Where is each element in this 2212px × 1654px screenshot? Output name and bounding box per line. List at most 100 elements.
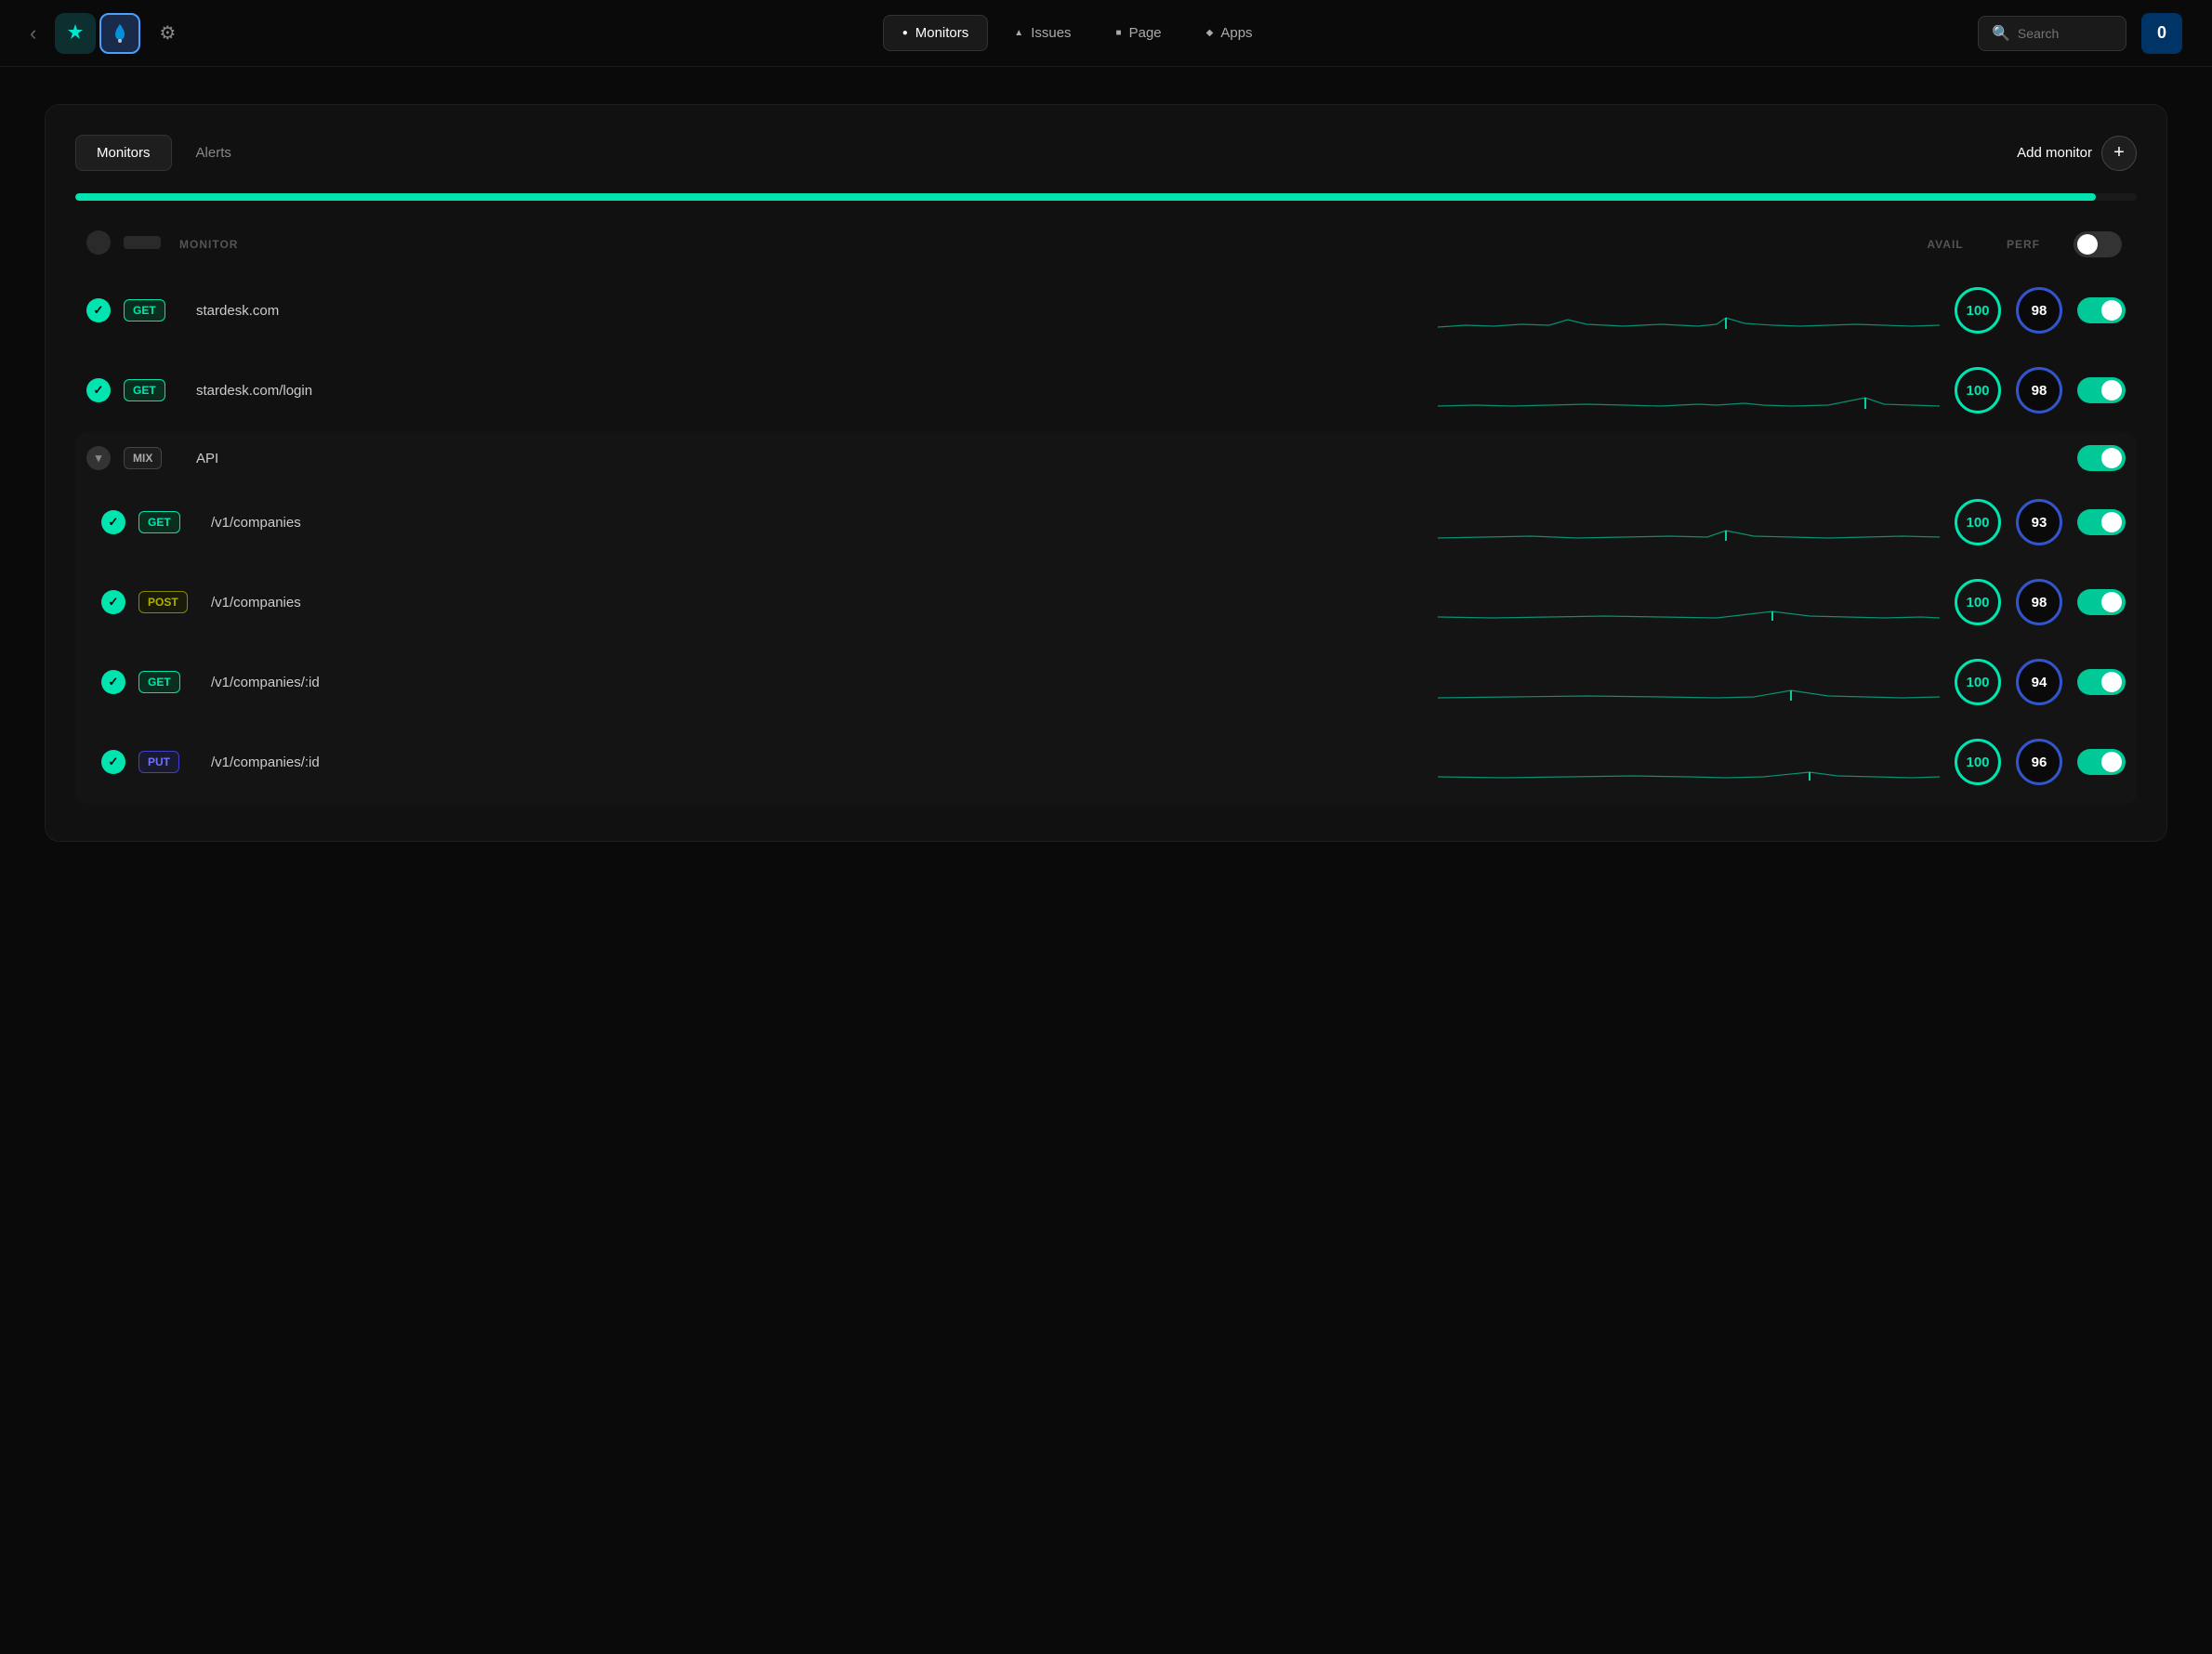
perf-badge-v1-companies-id-put: 96 <box>2016 739 2062 785</box>
notification-count: 0 <box>2157 23 2166 43</box>
th-toggle-header <box>2074 231 2126 257</box>
apps-tab-icon: ◆ <box>1206 28 1214 38</box>
search-box[interactable]: 🔍 <box>1978 16 2126 51</box>
check-v1-companies-get: ✓ <box>101 510 138 534</box>
nav-tabs: ● Monitors ▲ Issues ■ Page ◆ Apps <box>191 15 1963 51</box>
sparkline-stardesk-login <box>1438 372 1940 409</box>
toggle-group-api[interactable] <box>2077 445 2126 471</box>
uptime-progress-bar <box>75 193 2137 201</box>
monitor-name-stardesk[interactable]: stardesk.com <box>196 303 1423 319</box>
group-header-api[interactable]: ▾ MIX API <box>75 432 2137 484</box>
tab-apps-label: Apps <box>1220 25 1252 41</box>
add-monitor-button[interactable]: Add monitor + <box>2017 136 2137 171</box>
logo-group <box>55 13 140 54</box>
row-right-stardesk-login: 100 98 <box>1955 367 2126 414</box>
status-icon-stardesk: ✓ <box>86 298 111 322</box>
group-status-icon-api: ▾ <box>86 446 111 470</box>
settings-icon[interactable]: ⚙ <box>159 21 176 45</box>
issues-tab-icon: ▲ <box>1014 28 1023 38</box>
tab-monitors-label: Monitors <box>915 25 969 41</box>
th-right: AVAIL PERF <box>1917 231 2126 257</box>
monitor-name-v1-companies-post[interactable]: /v1/companies <box>211 595 1423 610</box>
group-badge-wrap-api: MIX <box>124 447 189 469</box>
card-tab-group: Monitors Alerts <box>75 135 252 171</box>
method-badge-stardesk-login: GET <box>124 379 165 401</box>
table-header: MONITOR AVAIL PERF <box>75 230 2137 272</box>
method-badge-v1-companies-get: GET <box>138 511 180 533</box>
monitor-name-v1-companies-get[interactable]: /v1/companies <box>211 515 1423 531</box>
avail-badge-v1-companies-get: 100 <box>1955 499 2001 545</box>
tab-monitors[interactable]: ● Monitors <box>883 15 989 51</box>
tab-page[interactable]: ■ Page <box>1098 16 1180 50</box>
row-right-v1-companies-id-put: 100 96 <box>1955 739 2126 785</box>
avail-badge-stardesk: 100 <box>1955 287 2001 334</box>
method-badge-v1-companies-id-put: PUT <box>138 751 179 773</box>
avail-badge-v1-companies-id-put: 100 <box>1955 739 2001 785</box>
check-v1-companies-id-get: ✓ <box>101 670 138 694</box>
top-nav: ‹ ⚙ ● Monitors ▲ Issues ■ Page ◆ <box>0 0 2212 67</box>
notification-badge[interactable]: 0 <box>2141 13 2182 54</box>
toggle-v1-companies-post[interactable] <box>2077 589 2126 615</box>
th-perf-label: PERF <box>1995 238 2051 251</box>
monitor-name-v1-companies-id-get[interactable]: /v1/companies/:id <box>211 675 1423 690</box>
perf-badge-stardesk-login: 98 <box>2016 367 2062 414</box>
sparkline-stardesk <box>1438 292 1940 329</box>
group-method-badge-api: MIX <box>124 447 162 469</box>
monitor-row: ✓ POST /v1/companies 100 98 <box>75 564 2137 640</box>
avail-badge-v1-companies-id-get: 100 <box>1955 659 2001 705</box>
search-input[interactable] <box>2018 26 2113 41</box>
toggle-v1-companies-id-put[interactable] <box>2077 749 2126 775</box>
tab-issues-label: Issues <box>1031 25 1071 41</box>
method-badge-v1-companies-post: POST <box>138 591 188 613</box>
status-icon-stardesk-login: ✓ <box>86 378 111 402</box>
method-badge-wrap-v1-companies-post: POST <box>138 591 204 613</box>
add-monitor-label: Add monitor <box>2017 145 2092 161</box>
tab-issues[interactable]: ▲ Issues <box>995 16 1089 50</box>
logo-icon-1[interactable] <box>55 13 96 54</box>
row-right-v1-companies-id-get: 100 94 <box>1955 659 2126 705</box>
perf-badge-v1-companies-id-get: 94 <box>2016 659 2062 705</box>
monitor-name-v1-companies-id-put[interactable]: /v1/companies/:id <box>211 755 1423 770</box>
group-check-api: ▾ <box>86 446 124 470</box>
card-tab-alerts[interactable]: Alerts <box>176 135 252 171</box>
th-avail-label: AVAIL <box>1917 238 1973 251</box>
search-icon: 🔍 <box>1992 24 2010 43</box>
header-toggle[interactable] <box>2074 231 2122 257</box>
logo-icon-2[interactable] <box>99 13 140 54</box>
sparkline-v1-companies-id-get <box>1438 663 1940 701</box>
monitors-card: Monitors Alerts Add monitor + MONIT <box>45 104 2167 842</box>
toggle-stardesk[interactable] <box>2077 297 2126 323</box>
sparkline-v1-companies-post <box>1438 584 1940 621</box>
monitor-row: ✓ GET /v1/companies/:id 100 94 <box>75 644 2137 720</box>
monitor-row: ✓ GET stardesk.com 100 98 <box>75 272 2137 348</box>
monitor-name-stardesk-login[interactable]: stardesk.com/login <box>196 383 1423 399</box>
toggle-v1-companies-id-get[interactable] <box>2077 669 2126 695</box>
status-icon-v1-companies-id-put: ✓ <box>101 750 125 774</box>
main-content: Monitors Alerts Add monitor + MONIT <box>0 67 2212 879</box>
back-button[interactable]: ‹ <box>30 21 36 46</box>
row-right-v1-companies-get: 100 93 <box>1955 499 2126 545</box>
status-icon-v1-companies-post: ✓ <box>101 590 125 614</box>
method-badge-wrap-v1-companies-get: GET <box>138 511 204 533</box>
group-name-api: API <box>196 451 1137 466</box>
sparkline-v1-companies-id-put <box>1438 743 1940 781</box>
toggle-stardesk-login[interactable] <box>2077 377 2126 403</box>
th-badge <box>124 236 179 252</box>
card-tab-alerts-label: Alerts <box>196 145 231 161</box>
method-badge-v1-companies-id-get: GET <box>138 671 180 693</box>
monitors-tab-icon: ● <box>902 28 908 38</box>
monitor-row: ✓ PUT /v1/companies/:id 100 96 <box>75 724 2137 800</box>
status-icon-v1-companies-get: ✓ <box>101 510 125 534</box>
th-check <box>86 230 124 257</box>
method-badge-wrap-v1-companies-id-get: GET <box>138 671 204 693</box>
tab-apps[interactable]: ◆ Apps <box>1188 16 1271 50</box>
perf-badge-stardesk: 98 <box>2016 287 2062 334</box>
check-stardesk: ✓ <box>86 298 124 322</box>
perf-badge-v1-companies-post: 98 <box>2016 579 2062 625</box>
toggle-v1-companies-get[interactable] <box>2077 509 2126 535</box>
check-v1-companies-id-put: ✓ <box>101 750 138 774</box>
method-badge-wrap-v1-companies-id-put: PUT <box>138 751 204 773</box>
card-tab-monitors[interactable]: Monitors <box>75 135 172 171</box>
status-icon-v1-companies-id-get: ✓ <box>101 670 125 694</box>
perf-badge-v1-companies-get: 93 <box>2016 499 2062 545</box>
